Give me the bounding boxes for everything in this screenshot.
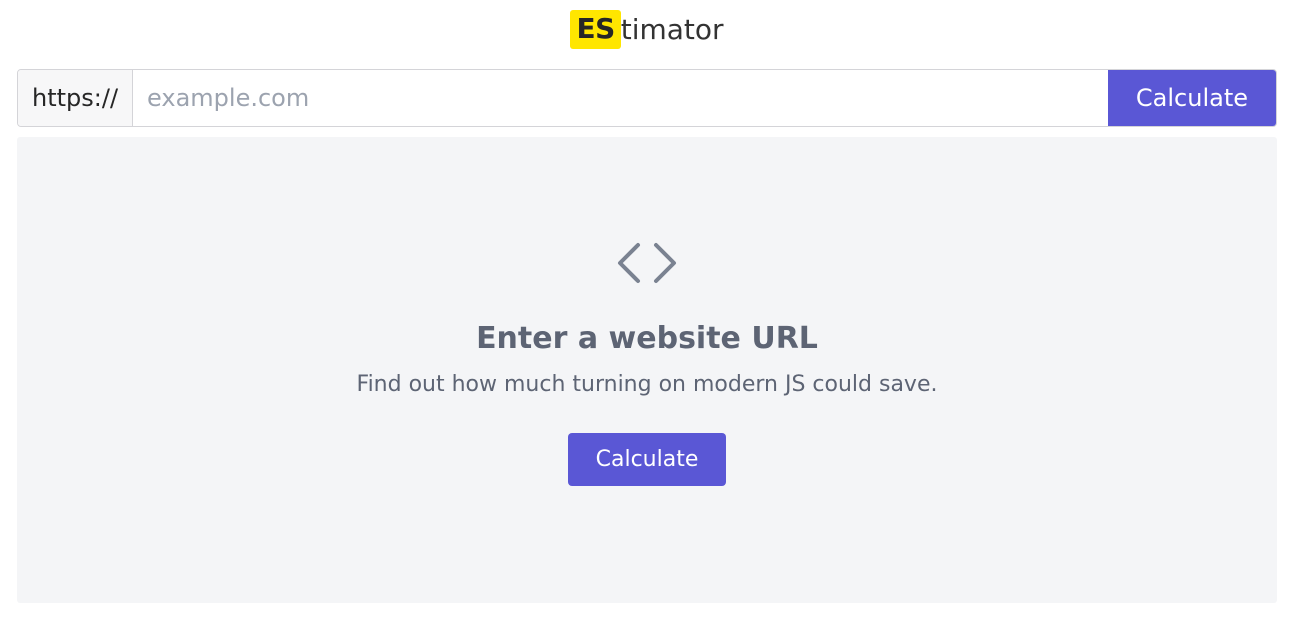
logo: EStimator <box>0 0 1294 55</box>
url-input[interactable] <box>133 70 1108 126</box>
url-bar: https:// Calculate <box>17 69 1277 127</box>
calculate-button[interactable]: Calculate <box>1108 70 1276 126</box>
logo-rest: timator <box>621 13 724 46</box>
card-heading: Enter a website URL <box>476 321 818 356</box>
card-subtext: Find out how much turning on modern JS c… <box>357 372 938 397</box>
calculate-button-secondary[interactable]: Calculate <box>568 433 727 486</box>
url-protocol-prefix: https:// <box>18 70 133 126</box>
prompt-card: Enter a website URL Find out how much tu… <box>17 137 1277 603</box>
logo-badge: ES <box>570 10 620 49</box>
code-icon <box>608 239 686 287</box>
